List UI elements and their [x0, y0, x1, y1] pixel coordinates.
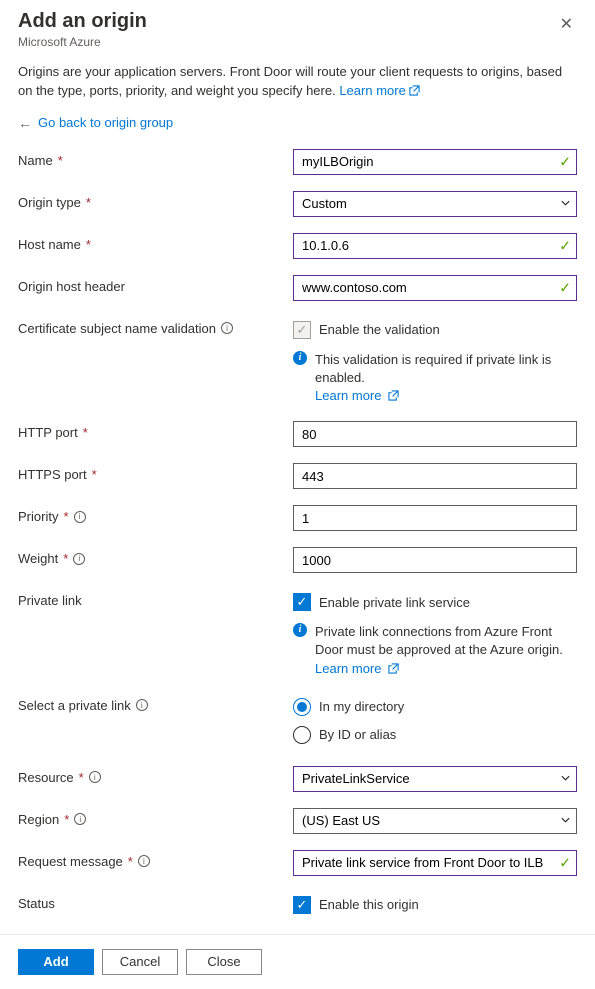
private-link-checkbox[interactable]: ✓	[293, 593, 311, 611]
origin-type-select[interactable]	[293, 191, 577, 217]
priority-input[interactable]	[293, 505, 577, 531]
panel-title: Add an origin	[18, 10, 147, 33]
http-port-label: HTTP port	[18, 425, 78, 440]
in-my-directory-radio[interactable]	[293, 698, 311, 716]
https-port-input[interactable]	[293, 463, 577, 489]
learn-more-link[interactable]: Learn more	[339, 83, 419, 98]
priority-label: Priority	[18, 509, 58, 524]
private-link-note: Private link connections from Azure Fron…	[315, 624, 563, 657]
description-body: Origins are your application servers. Fr…	[18, 64, 562, 98]
cert-validation-label: Certificate subject name validation	[18, 321, 216, 336]
http-port-input[interactable]	[293, 421, 577, 447]
private-link-label: Private link	[18, 593, 82, 608]
external-link-icon	[388, 663, 399, 674]
cert-validation-checkbox: ✓	[293, 321, 311, 339]
external-link-icon	[409, 85, 420, 96]
weight-label: Weight	[18, 551, 58, 566]
region-select[interactable]	[293, 808, 577, 834]
origin-host-header-input[interactable]	[293, 275, 577, 301]
request-message-label: Request message	[18, 854, 123, 869]
resource-select[interactable]	[293, 766, 577, 792]
in-my-directory-label: In my directory	[319, 699, 404, 714]
origin-type-label: Origin type	[18, 195, 81, 210]
private-link-learn-more-link[interactable]: Learn more	[315, 661, 399, 676]
arrow-left-icon: ←	[18, 115, 32, 131]
private-link-checkbox-label: Enable private link service	[319, 595, 470, 610]
origin-host-header-label: Origin host header	[18, 279, 125, 294]
name-label: Name	[18, 153, 53, 168]
cert-validation-note: This validation is required if private l…	[315, 352, 551, 385]
cert-validation-checkbox-label: Enable the validation	[319, 322, 440, 337]
status-checkbox[interactable]: ✓	[293, 896, 311, 914]
external-link-icon	[388, 390, 399, 401]
select-private-link-label: Select a private link	[18, 698, 131, 713]
request-message-input[interactable]	[293, 850, 577, 876]
status-label: Status	[18, 896, 55, 911]
by-id-or-alias-radio[interactable]	[293, 726, 311, 744]
cancel-button[interactable]: Cancel	[102, 949, 178, 975]
info-icon[interactable]: i	[221, 322, 233, 334]
info-icon[interactable]: i	[74, 813, 86, 825]
info-icon: i	[293, 623, 307, 637]
back-link-label: Go back to origin group	[38, 115, 173, 130]
host-name-label: Host name	[18, 237, 81, 252]
info-icon[interactable]: i	[73, 553, 85, 565]
required-asterisk: *	[58, 153, 63, 168]
add-button[interactable]: Add	[18, 949, 94, 975]
region-label: Region	[18, 812, 59, 827]
info-icon[interactable]: i	[136, 699, 148, 711]
status-checkbox-label: Enable this origin	[319, 897, 419, 912]
info-icon[interactable]: i	[89, 771, 101, 783]
close-icon[interactable]: ✕	[556, 10, 577, 38]
close-button[interactable]: Close	[186, 949, 262, 975]
info-icon[interactable]: i	[74, 511, 86, 523]
resource-label: Resource	[18, 770, 74, 785]
info-icon[interactable]: i	[138, 855, 150, 867]
description-text: Origins are your application servers. Fr…	[18, 63, 577, 101]
weight-input[interactable]	[293, 547, 577, 573]
panel-subtitle: Microsoft Azure	[18, 35, 147, 49]
https-port-label: HTTPS port	[18, 467, 87, 482]
host-name-input[interactable]	[293, 233, 577, 259]
cert-learn-more-link[interactable]: Learn more	[315, 388, 399, 403]
info-icon: i	[293, 351, 307, 365]
back-to-origin-group-link[interactable]: ← Go back to origin group	[18, 115, 173, 131]
by-id-or-alias-label: By ID or alias	[319, 727, 396, 742]
name-input[interactable]	[293, 149, 577, 175]
